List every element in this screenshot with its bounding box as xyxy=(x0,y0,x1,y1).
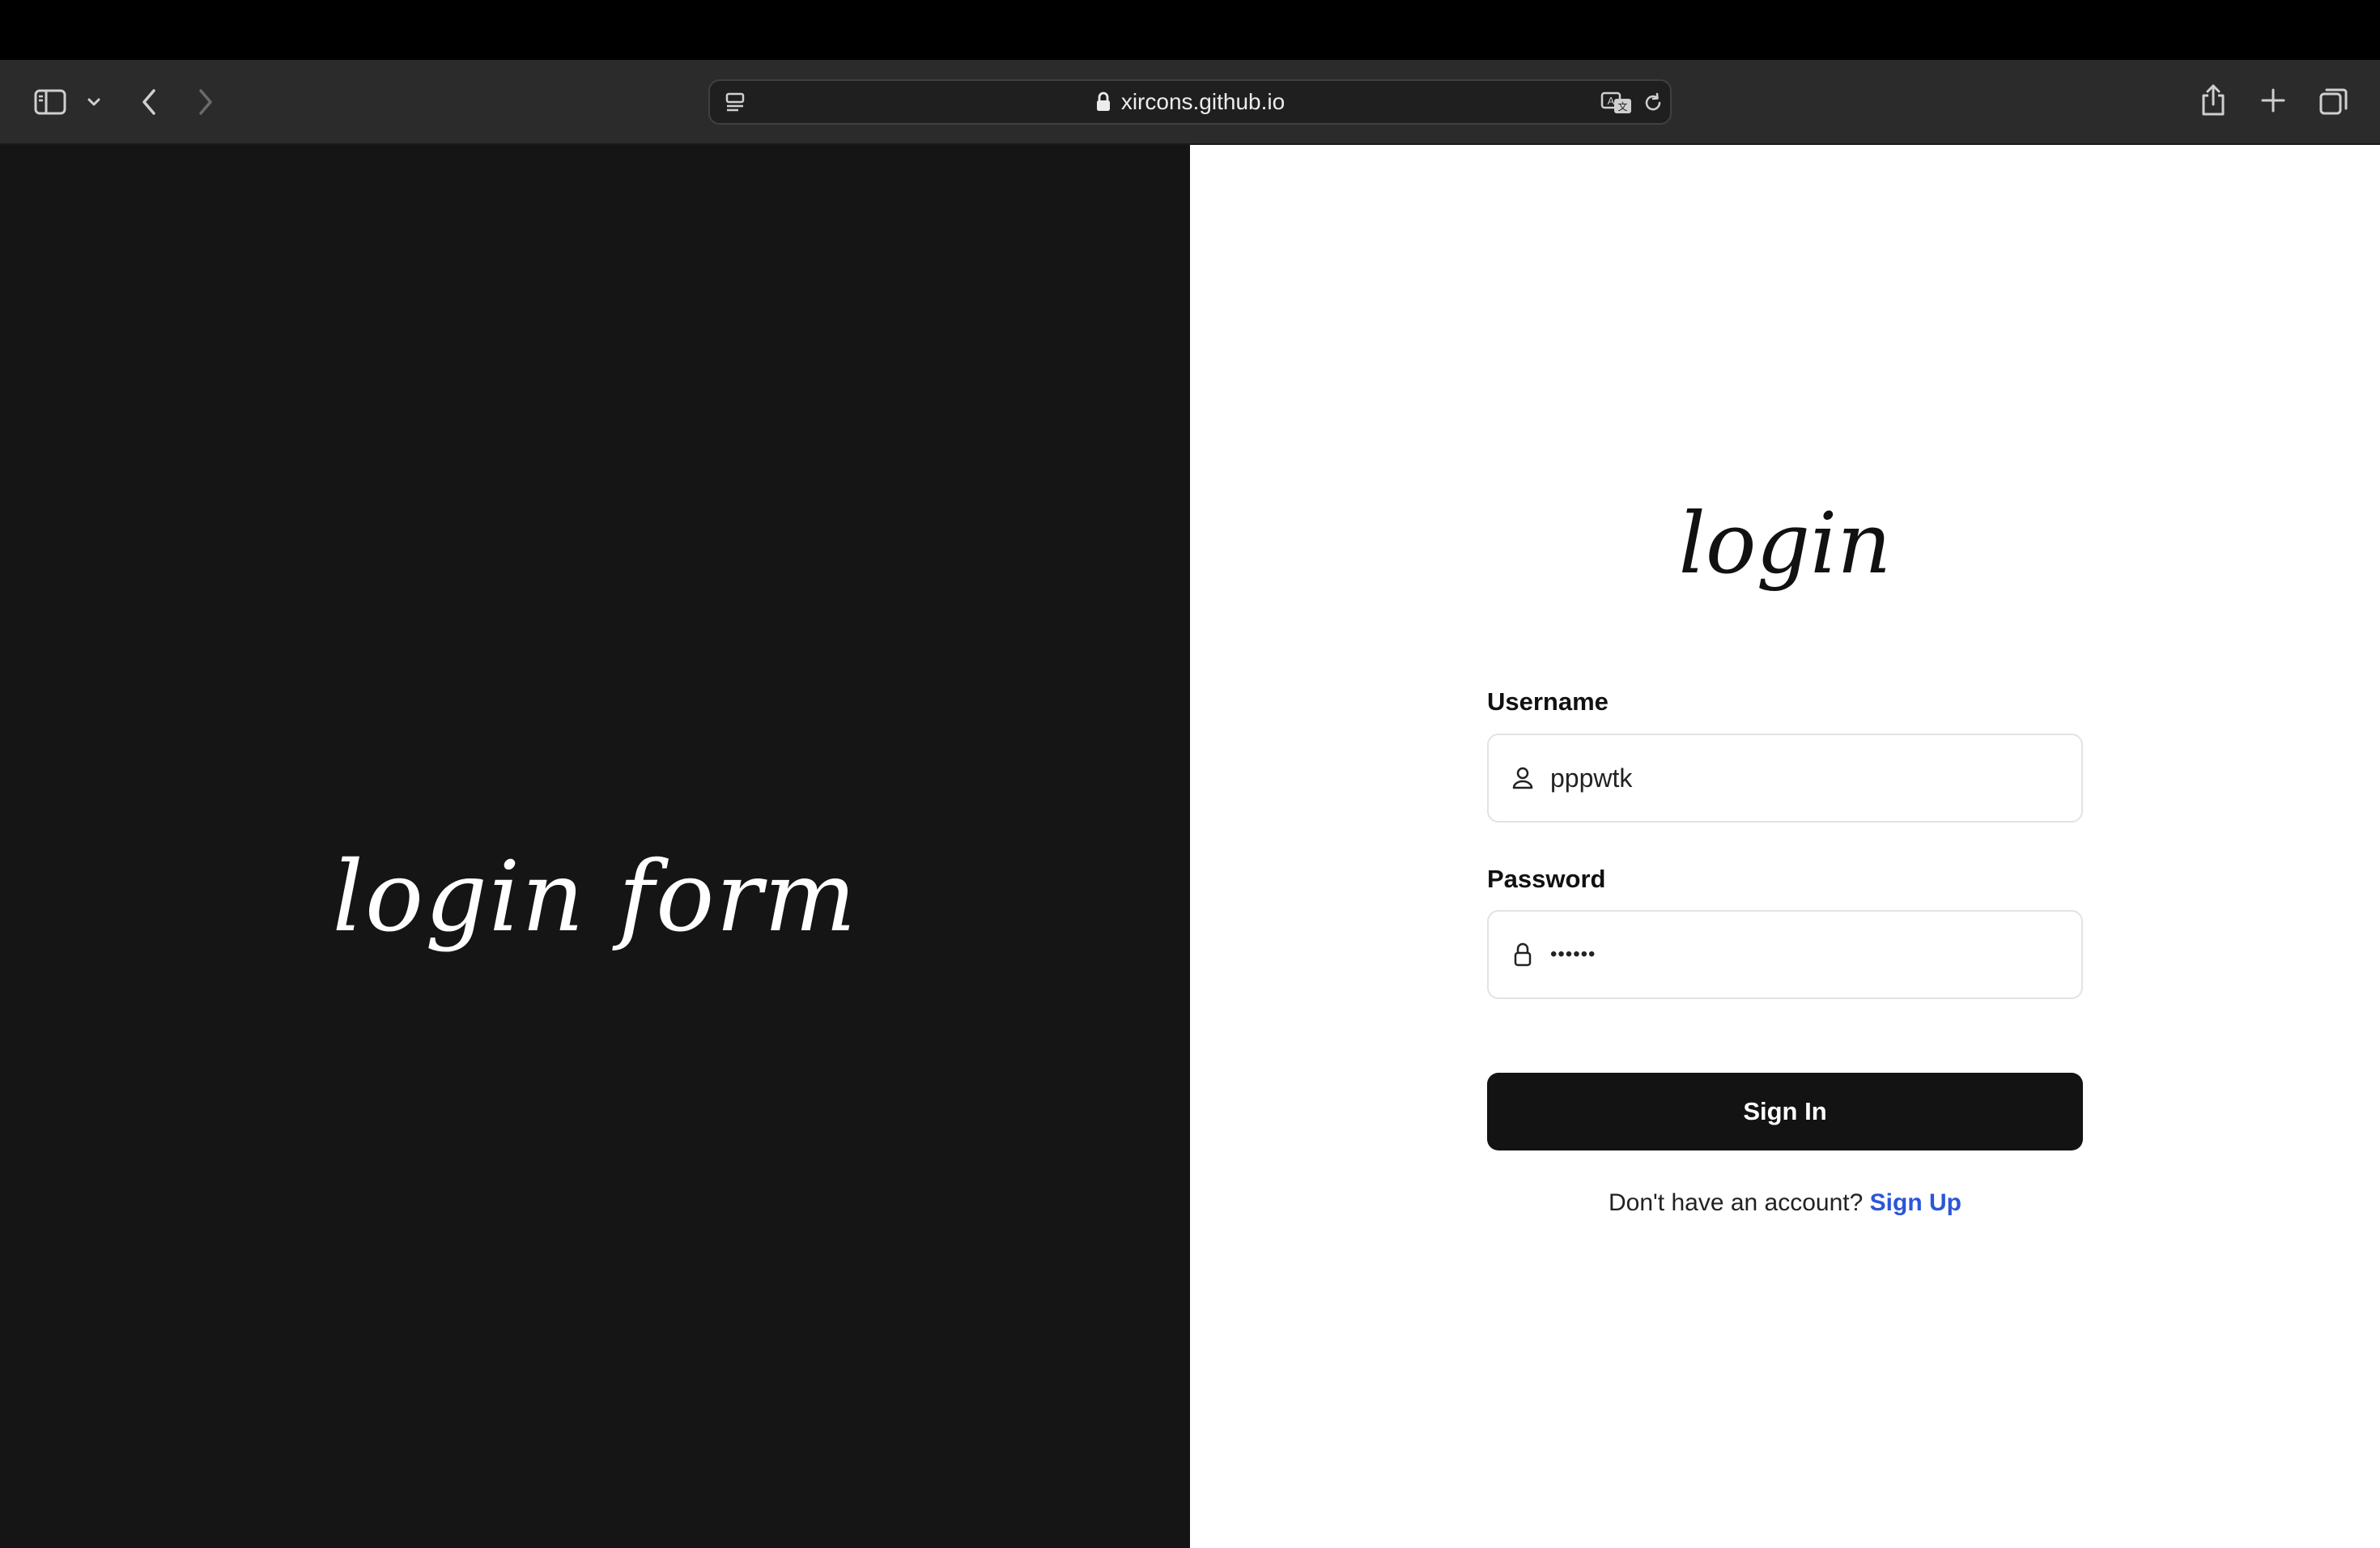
forward-button[interactable] xyxy=(191,84,220,120)
signup-prompt-row: Don't have an account? Sign Up xyxy=(1487,1189,2083,1217)
back-button[interactable] xyxy=(134,84,164,120)
reload-button[interactable] xyxy=(1639,89,1667,117)
sidebar-icon xyxy=(34,89,66,115)
sidebar-toggle-button[interactable] xyxy=(31,84,70,120)
share-icon xyxy=(2202,84,2225,116)
system-menubar xyxy=(0,0,2380,60)
translate-button[interactable]: A 文 xyxy=(1599,87,1634,118)
hero-title: login form xyxy=(332,841,858,954)
lock-icon xyxy=(1096,91,1110,111)
signup-prompt: Don't have an account? xyxy=(1609,1189,1864,1216)
share-button[interactable] xyxy=(2197,81,2229,120)
form-title: login xyxy=(1678,494,1892,593)
reload-icon xyxy=(1645,92,1661,111)
svg-text:文: 文 xyxy=(1617,100,1627,113)
password-field[interactable]: •••••• xyxy=(1487,910,2083,999)
chevron-right-icon xyxy=(199,89,212,115)
url-text: xircons.github.io xyxy=(1120,89,1286,114)
url-display[interactable]: xircons.github.io xyxy=(710,81,1670,123)
login-panel: login Username pppwtk Password •••••• Si… xyxy=(1190,145,2380,1548)
chevron-down-icon xyxy=(87,98,100,106)
lock-icon xyxy=(1507,912,1539,997)
translate-icon: A 文 xyxy=(1600,91,1631,113)
username-label: Username xyxy=(1487,687,1609,716)
password-label: Password xyxy=(1487,865,1606,893)
browser-toolbar: xircons.github.io A 文 xyxy=(0,60,2380,145)
user-icon xyxy=(1507,735,1539,821)
password-value: •••••• xyxy=(1550,943,1596,965)
hero-panel: login form xyxy=(0,145,1190,1548)
tabs-icon xyxy=(2319,88,2348,115)
address-bar[interactable]: xircons.github.io A 文 xyxy=(708,79,1672,125)
new-tab-button[interactable] xyxy=(2257,84,2289,117)
tab-overview-button[interactable] xyxy=(2317,84,2351,118)
tab-group-menu-button[interactable] xyxy=(83,87,105,117)
chevron-left-icon xyxy=(142,89,155,115)
sign-up-link[interactable]: Sign Up xyxy=(1870,1189,1961,1216)
svg-text:A: A xyxy=(1608,95,1615,107)
username-field[interactable]: pppwtk xyxy=(1487,734,2083,823)
sign-in-button[interactable]: Sign In xyxy=(1487,1073,2083,1150)
plus-icon xyxy=(2261,88,2285,113)
username-value: pppwtk xyxy=(1550,763,1633,793)
